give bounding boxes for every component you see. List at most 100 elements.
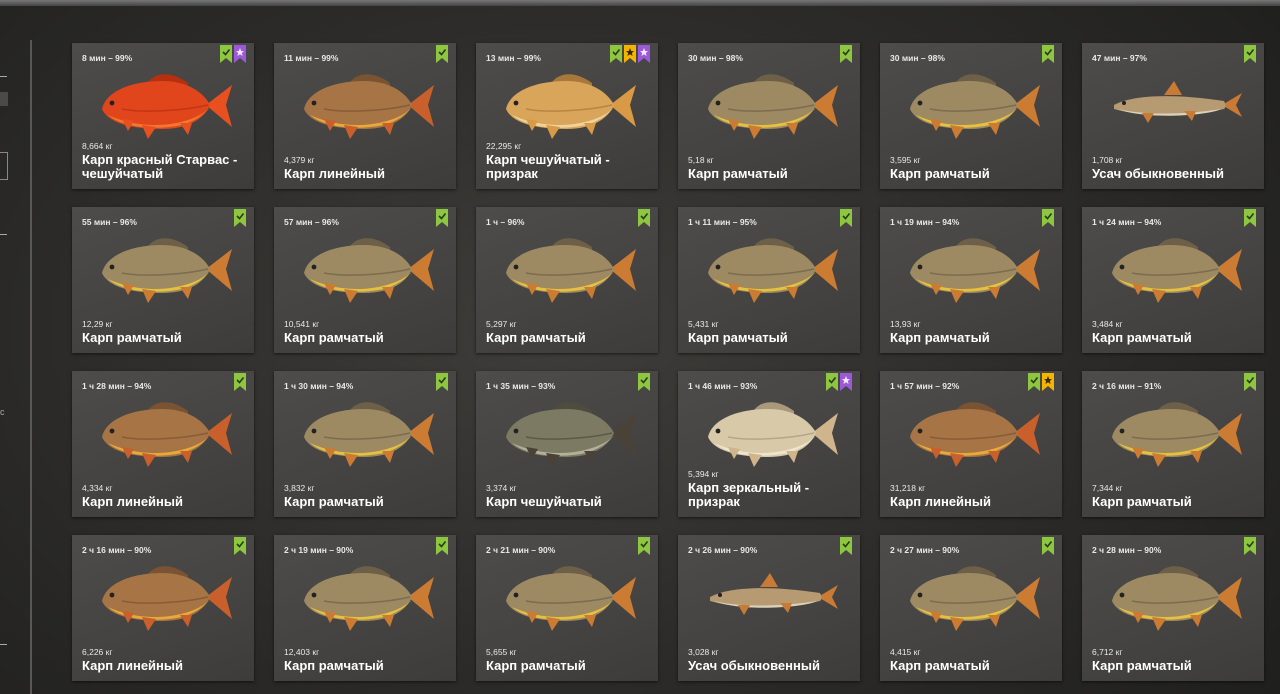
catch-time-label: 1 ч 28 мин – 94% [82, 381, 152, 391]
fish-weight: 6,226 кг [82, 647, 113, 657]
fish-name: Карп рамчатый [1092, 658, 1192, 673]
fish-name: Карп рамчатый [284, 330, 384, 345]
fish-card[interactable]: 2 ч 28 мин – 90% 6,712 кг Карп рамчатый [1082, 535, 1264, 681]
badge-group [1244, 373, 1256, 391]
badge-group [436, 45, 448, 63]
sidebar-divider [30, 40, 32, 694]
catch-time-label: 2 ч 16 мин – 91% [1092, 381, 1162, 391]
fish-card[interactable]: 30 мин – 98% 5,18 кг Карп рамчатый [678, 43, 860, 189]
fish-weight: 5,18 кг [688, 155, 714, 165]
badge-group [1028, 373, 1054, 391]
fish-card[interactable]: 2 ч 21 мин – 90% 5,655 кг Карп рамчатый [476, 535, 658, 681]
check-badge-icon [826, 373, 838, 391]
badge-group [1042, 45, 1054, 63]
fish-card[interactable]: 57 мин – 96% 10,541 кг Карп рамчатый [274, 207, 456, 353]
badge-group [840, 209, 852, 227]
badge-group [234, 209, 246, 227]
catch-time-label: 2 ч 26 мин – 90% [688, 545, 758, 555]
fish-name: Усач обыкновенный [1092, 166, 1224, 181]
fish-card[interactable]: 13 мин – 99% 22,295 кг Карп чешуйчатый - … [476, 43, 658, 189]
fish-weight: 4,379 кг [284, 155, 315, 165]
badge-group [234, 373, 246, 391]
check-badge-icon [234, 537, 246, 555]
catch-time-label: 2 ч 28 мин – 90% [1092, 545, 1162, 555]
fish-name: Карп линейный [82, 494, 183, 509]
fish-card[interactable]: 1 ч 24 мин – 94% 3,484 кг Карп рамчатый [1082, 207, 1264, 353]
badge-group [826, 373, 852, 391]
badge-group [1042, 209, 1054, 227]
fish-card[interactable]: 8 мин – 99% 8,664 кг Карп красный Старвас… [72, 43, 254, 189]
fish-name: Карп рамчатый [688, 166, 788, 181]
fish-card[interactable]: 1 ч 30 мин – 94% 3,832 кг Карп рамчатый [274, 371, 456, 517]
fish-weight: 10,541 кг [284, 319, 320, 329]
fish-name: Карп красный Старвас - чешуйчатый [82, 152, 238, 181]
fish-name: Карп рамчатый [890, 166, 990, 181]
fish-weight: 5,297 кг [486, 319, 517, 329]
check-badge-icon [436, 45, 448, 63]
check-badge-icon [436, 373, 448, 391]
check-badge-icon [1042, 45, 1054, 63]
fish-card[interactable]: 2 ч 16 мин – 91% 7,344 кг Карп рамчатый [1082, 371, 1264, 517]
check-badge-icon [1244, 45, 1256, 63]
catch-time-label: 1 ч 46 мин – 93% [688, 381, 758, 391]
sidebar-block[interactable] [0, 92, 8, 106]
check-badge-icon [220, 45, 232, 63]
fish-card[interactable]: 1 ч 11 мин – 95% 5,431 кг Карп рамчатый [678, 207, 860, 353]
fish-name: Карп рамчатый [486, 330, 586, 345]
fish-weight: 5,394 кг [688, 469, 719, 479]
sidebar-box[interactable] [0, 152, 8, 180]
fish-card[interactable]: 1 ч 19 мин – 94% 13,93 кг Карп рамчатый [880, 207, 1062, 353]
fish-card[interactable]: 1 ч 35 мин – 93% 3,374 кг Карп чешуйчатый [476, 371, 658, 517]
catch-time-label: 2 ч 19 мин – 90% [284, 545, 354, 555]
check-badge-icon [234, 209, 246, 227]
fish-name: Карп линейный [284, 166, 385, 181]
fish-weight: 12,403 кг [284, 647, 320, 657]
sidebar-tick [0, 234, 7, 235]
catch-time-label: 1 ч 24 мин – 94% [1092, 217, 1162, 227]
star-badge-icon [1042, 373, 1054, 391]
fish-name: Карп рамчатый [688, 330, 788, 345]
catch-time-label: 2 ч 27 мин – 90% [890, 545, 960, 555]
fish-weight: 22,295 кг [486, 141, 522, 151]
check-badge-icon [1028, 373, 1040, 391]
catch-time-label: 30 мин – 98% [890, 53, 945, 63]
fish-card[interactable]: 30 мин – 98% 3,595 кг Карп рамчатый [880, 43, 1062, 189]
fish-card[interactable]: 47 мин – 97% 1,708 кг Усач обыкновенный [1082, 43, 1264, 189]
fish-card[interactable]: 1 ч 28 мин – 94% 4,334 кг Карп линейный [72, 371, 254, 517]
fish-image [294, 65, 436, 145]
check-badge-icon [436, 209, 448, 227]
fish-card[interactable]: 55 мин – 96% 12,29 кг Карп рамчатый [72, 207, 254, 353]
check-badge-icon [1244, 373, 1256, 391]
check-badge-icon [1244, 209, 1256, 227]
fish-weight: 31,218 кг [890, 483, 926, 493]
fish-image [294, 393, 436, 473]
fish-image [900, 393, 1042, 473]
fish-weight: 4,334 кг [82, 483, 113, 493]
fish-weight: 8,664 кг [82, 141, 113, 151]
fish-weight: 3,484 кг [1092, 319, 1123, 329]
badge-group [436, 537, 448, 555]
fish-name: Карп рамчатый [890, 658, 990, 673]
fish-card[interactable]: 2 ч 16 мин – 90% 6,226 кг Карп линейный [72, 535, 254, 681]
fish-card[interactable]: 2 ч 26 мин – 90% 3,028 кг Усач обыкновенн… [678, 535, 860, 681]
catch-time-label: 1 ч 35 мин – 93% [486, 381, 556, 391]
check-badge-icon [1042, 537, 1054, 555]
star-badge-icon [624, 45, 636, 63]
badge-group [1042, 537, 1054, 555]
fish-card[interactable]: 1 ч 46 мин – 93% 5,394 кг Карп зеркальный… [678, 371, 860, 517]
badge-group [840, 537, 852, 555]
fish-card[interactable]: 1 ч – 96% 5,297 кг Карп рамчатый [476, 207, 658, 353]
catch-time-label: 2 ч 16 мин – 90% [82, 545, 152, 555]
fish-card[interactable]: 2 ч 27 мин – 90% 4,415 кг Карп рамчатый [880, 535, 1062, 681]
fish-name: Карп зеркальный - призрак [688, 480, 810, 509]
badge-group [638, 373, 650, 391]
fish-weight: 1,708 кг [1092, 155, 1123, 165]
fish-card[interactable]: 2 ч 19 мин – 90% 12,403 кг Карп рамчатый [274, 535, 456, 681]
fish-card[interactable]: 11 мин – 99% 4,379 кг Карп линейный [274, 43, 456, 189]
check-badge-icon [638, 537, 650, 555]
fish-image [92, 65, 234, 145]
fish-image [698, 65, 840, 145]
fish-card[interactable]: 1 ч 57 мин – 92% 31,218 кг Карп линейный [880, 371, 1062, 517]
fish-image [496, 229, 638, 309]
check-badge-icon [436, 537, 448, 555]
